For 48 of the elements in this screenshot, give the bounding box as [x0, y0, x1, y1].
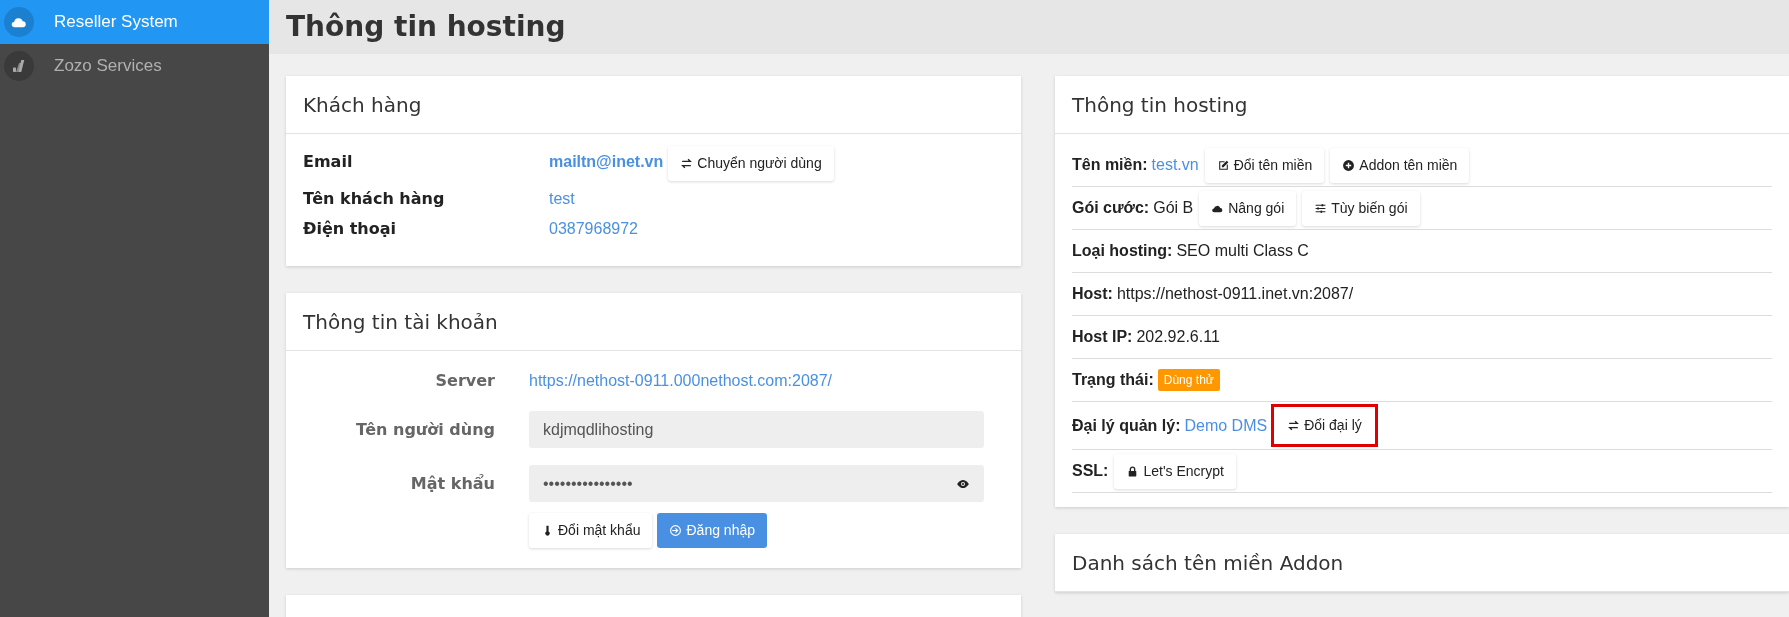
field-value: 202.92.6.11 [1136, 327, 1220, 347]
field-label: Tên người dùng [354, 418, 496, 441]
edit-icon [1216, 158, 1230, 172]
card-title: Khách hàng [303, 91, 422, 119]
page-title: Thông tin hosting [286, 9, 566, 45]
change-password-button[interactable]: Đổi mật khẩu [529, 513, 653, 548]
field-value: SEO multi Class C [1176, 241, 1309, 261]
swap-arrows-icon [1287, 419, 1301, 432]
button[interactable]: Đổi tên miền [1204, 147, 1325, 183]
field-label: Tên miền: [1072, 155, 1148, 175]
password-field[interactable]: •••••••••••••••• [529, 465, 984, 502]
username-field[interactable]: kdjmqdlihosting [529, 411, 984, 448]
login-button[interactable]: Đăng nhập [657, 513, 767, 548]
sliders-icon [1314, 201, 1328, 215]
status-badge: Dùng thử [1157, 369, 1220, 391]
switch-user-button[interactable]: Chuyển người dùng [668, 146, 834, 181]
button[interactable]: Addon tên miền [1330, 147, 1470, 183]
link[interactable]: mailtn@inet.vn [549, 150, 664, 174]
field-label: Trạng thái: [1072, 370, 1154, 390]
field-label: Gói cước: [1072, 198, 1150, 218]
field-label: Host: [1072, 284, 1113, 304]
field-label: Tên khách hàng [303, 188, 446, 210]
field-value: Gói B [1153, 198, 1194, 218]
link[interactable]: test.vn [1151, 153, 1199, 177]
field-label: Đại lý quản lý: [1072, 415, 1181, 436]
field-label: Loại hosting: [1072, 241, 1173, 261]
link[interactable]: Demo DMS [1184, 413, 1268, 438]
field-label: Server [434, 370, 496, 392]
button[interactable]: Tùy biến gói [1302, 190, 1420, 226]
card-title: Danh sách tên miền Addon [1072, 549, 1344, 577]
link[interactable]: 0387968972 [549, 217, 638, 241]
field-label: Điện thoại [303, 218, 397, 240]
field-label: Email [303, 151, 354, 173]
card-title: Thông tin tài khoản [303, 308, 498, 336]
button[interactable]: Let's Encrypt [1114, 453, 1236, 489]
link[interactable]: test [549, 187, 575, 211]
login-icon [669, 524, 683, 537]
swap-arrows-icon [680, 157, 694, 170]
field-label: Host IP: [1072, 327, 1133, 347]
field-value: https://nethost-0911.inet.vn:2087/ [1116, 284, 1354, 304]
plus-circle-icon [1342, 158, 1356, 172]
password-value: •••••••••••••••• [542, 473, 634, 494]
button[interactable]: Nâng gói [1199, 190, 1297, 226]
card-title: Thông tin hosting [1072, 91, 1248, 119]
field-label: Mật khẩu [409, 472, 496, 495]
sidebar-item[interactable]: Zozo Services [0, 44, 269, 88]
field-label: SSL: [1072, 461, 1109, 481]
server-link[interactable]: https://nethost-0911.000nethost.com:2087/ [529, 369, 833, 393]
